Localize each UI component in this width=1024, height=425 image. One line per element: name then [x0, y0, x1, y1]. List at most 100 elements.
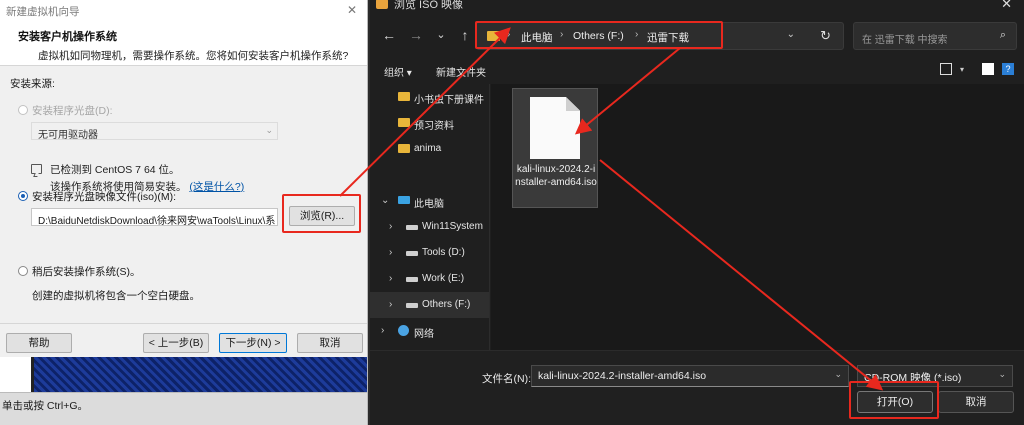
wizard-footer: 帮助 < 上一步(B) 下一步(N) > 取消	[0, 323, 367, 357]
sidebar-item-network[interactable]: › 网络	[370, 318, 489, 344]
wizard-header: 安装客户机操作系统 虚拟机如同物理机，需要操作系统。您将如何安装客户机操作系统?	[0, 22, 367, 66]
view-mode-icon[interactable]	[939, 63, 952, 75]
install-source-label: 安装来源:	[10, 78, 55, 90]
install-later-description: 创建的虚拟机将包含一个空白硬盘。	[32, 290, 200, 302]
drive-icon	[406, 277, 418, 282]
sidebar-item-label: Others (F:)	[422, 299, 471, 310]
detected-os-text: 已检测到 CentOS 7 64 位。	[50, 164, 180, 176]
recent-locations-icon[interactable]: ⌄	[432, 26, 450, 44]
statusbar: 单击或按 Ctrl+G。	[0, 392, 367, 425]
search-box[interactable]: 在 迅雷下载 中搜索 ⌕	[853, 22, 1017, 50]
filename-input[interactable]: kali-linux-2024.2-installer-amd64.iso ⌄	[531, 365, 849, 387]
highlight-open-button	[849, 381, 939, 419]
file-list: kali-linux-2024.2-installer-amd64.iso	[491, 84, 1024, 350]
sidebar-item-drive-selected[interactable]: › Others (F:)	[370, 292, 489, 318]
filename-value: kali-linux-2024.2-installer-amd64.iso	[538, 370, 707, 382]
whats-this-link[interactable]: (这是什么?)	[189, 181, 244, 193]
filename-label: 文件名(N):	[482, 373, 531, 385]
navigation-pane: 小书虫下册课件 预习资料 anima ⌄ 此电脑 › Win11System ›…	[370, 84, 490, 350]
statusbar-text: 单击或按 Ctrl+G。	[2, 400, 89, 412]
highlight-browse-button	[282, 194, 361, 233]
refresh-icon[interactable]: ↻	[820, 28, 831, 44]
sidebar-item-drive[interactable]: › Win11System	[370, 214, 489, 240]
sidebar-item-label: Tools (D:)	[422, 247, 465, 258]
document-file-icon	[530, 97, 580, 159]
search-placeholder: 在 迅雷下载 中搜索	[862, 35, 948, 46]
highlight-address-bar	[475, 21, 723, 49]
disc-drive-select-value: 无可用驱动器	[38, 130, 98, 140]
file-name: kali-linux-2024.2-installer-amd64.iso	[515, 164, 597, 188]
sidebar-item-label: 此电脑	[414, 199, 444, 210]
sidebar-item-drive[interactable]: › Work (E:)	[370, 266, 489, 292]
sidebar-item-label: 预习资料	[414, 121, 454, 132]
drive-icon	[406, 225, 418, 230]
up-arrow-icon[interactable]: ↑	[456, 26, 474, 44]
next-button[interactable]: 下一步(N) >	[219, 333, 287, 353]
sidebar-item-drive[interactable]: › Tools (D:)	[370, 240, 489, 266]
dialog-app-icon	[376, 0, 388, 9]
dialog-close-icon[interactable]: ✕	[1001, 0, 1012, 12]
cancel-button[interactable]: 取消	[297, 333, 363, 353]
iso-path-value: D:\BaiduNetdiskDownload\徐来网安\waTools\Lin…	[38, 216, 276, 226]
wizard-header-title: 安装客户机操作系统	[18, 31, 117, 43]
install-later-label: 稍后安装操作系统(S)。	[32, 266, 141, 278]
background-wallpaper	[0, 357, 367, 392]
wizard-close-icon[interactable]: ✕	[345, 3, 359, 17]
disc-radio[interactable]	[18, 105, 28, 115]
iso-radio[interactable]	[18, 191, 28, 201]
drive-icon	[406, 303, 418, 308]
sidebar-item[interactable]: 小书虫下册课件	[370, 84, 489, 110]
sidebar-item-label: 小书虫下册课件	[414, 95, 484, 106]
chevron-right-icon[interactable]: ›	[389, 221, 392, 232]
wizard-title: 新建虚拟机向导	[6, 5, 80, 18]
disc-drive-select[interactable]: 无可用驱动器 ⌄	[31, 122, 278, 140]
sidebar-item-label: Work (E:)	[422, 273, 465, 284]
view-dropdown-icon[interactable]: ▾	[960, 65, 964, 74]
easy-install-text: 该操作系统将使用简易安装。	[50, 181, 187, 193]
iso-path-input[interactable]: D:\BaiduNetdiskDownload\徐来网安\waTools\Lin…	[31, 208, 278, 226]
back-button[interactable]: < 上一步(B)	[143, 333, 209, 353]
address-dropdown-icon[interactable]: ⌄	[787, 29, 795, 40]
chevron-down-icon: ⌄	[265, 125, 273, 135]
drive-icon	[406, 251, 418, 256]
dialog-titlebar: 浏览 ISO 映像 ✕	[370, 0, 1024, 14]
help-button[interactable]: 帮助	[6, 333, 72, 353]
wizard-header-description: 虚拟机如同物理机，需要操作系统。您将如何安装客户机操作系统?	[38, 50, 349, 62]
sidebar-item-label: anima	[414, 143, 442, 154]
chevron-down-icon[interactable]: ⌄	[834, 369, 842, 380]
sidebar-item-this-pc[interactable]: ⌄ 此电脑	[370, 188, 489, 214]
chevron-down-icon[interactable]: ⌄	[381, 195, 389, 206]
command-bar: 组织 ▾ 新建文件夹 ▾ ?	[370, 56, 1024, 84]
search-icon[interactable]: ⌕	[1000, 29, 1006, 42]
chevron-right-icon[interactable]: ›	[389, 299, 392, 310]
chevron-right-icon[interactable]: ›	[389, 247, 392, 258]
back-arrow-icon[interactable]: ←	[380, 26, 398, 44]
chevron-right-icon[interactable]: ›	[381, 325, 384, 336]
sidebar-item[interactable]: 预习资料	[370, 110, 489, 136]
folder-icon	[398, 118, 410, 127]
preview-pane-icon[interactable]	[982, 63, 994, 75]
dialog-title: 浏览 ISO 映像	[394, 0, 464, 11]
install-later-radio[interactable]	[18, 266, 28, 276]
info-speech-icon	[31, 164, 42, 174]
network-icon	[398, 325, 409, 336]
chevron-down-icon: ⌄	[998, 369, 1006, 379]
organize-menu[interactable]: 组织 ▾	[384, 64, 412, 79]
sidebar-item-label: Win11System	[422, 221, 483, 232]
disc-radio-label: 安装程序光盘(D):	[32, 105, 113, 117]
forward-arrow-icon[interactable]: →	[407, 26, 425, 44]
chevron-right-icon[interactable]: ›	[389, 273, 392, 284]
new-folder-button[interactable]: 新建文件夹	[436, 64, 486, 79]
browse-iso-dialog: 浏览 ISO 映像 ✕ ← → ⌄ ↑ › 此电脑 › Others (F:) …	[370, 0, 1024, 425]
file-item-selected[interactable]: kali-linux-2024.2-installer-amd64.iso	[512, 88, 598, 208]
sidebar-item[interactable]: anima	[370, 136, 489, 162]
view-controls: ▾ ?	[939, 63, 1014, 75]
help-icon[interactable]: ?	[1002, 63, 1014, 75]
folder-icon	[398, 144, 410, 153]
wizard-titlebar: 新建虚拟机向导	[0, 0, 367, 22]
folder-icon	[398, 92, 410, 101]
easy-install-line: 该操作系统将使用简易安装。 (这是什么?)	[50, 179, 244, 194]
sidebar-item-label: 网络	[414, 329, 434, 340]
dialog-cancel-button[interactable]: 取消	[938, 391, 1014, 413]
chevron-down-icon[interactable]: ⌄	[265, 211, 273, 222]
